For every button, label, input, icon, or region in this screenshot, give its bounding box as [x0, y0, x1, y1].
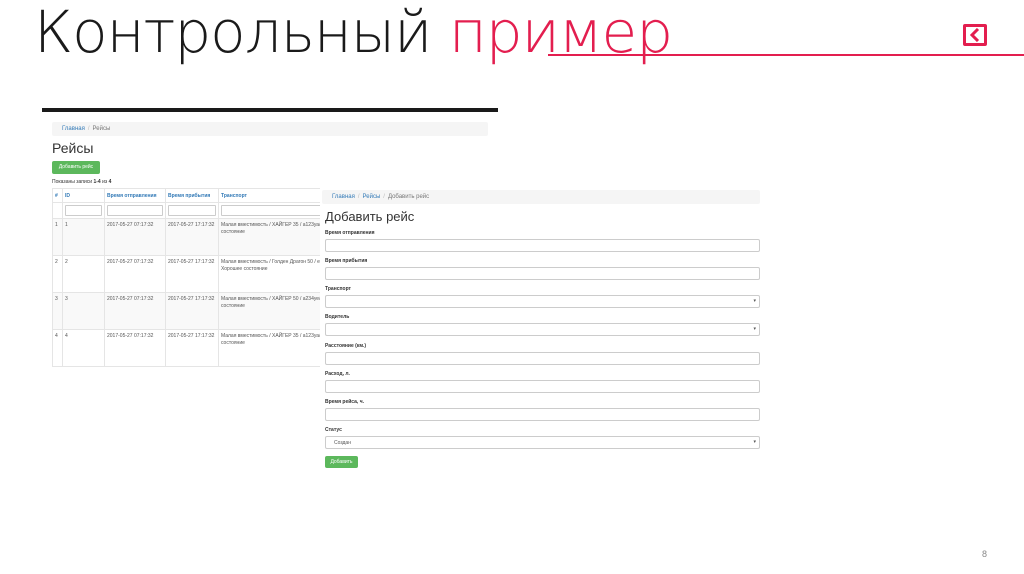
- status-select[interactable]: Создан ▾: [325, 436, 760, 449]
- table-header-row: # ID Время отправления Время прибытия Тр…: [52, 188, 363, 203]
- transport-select[interactable]: ▾: [325, 295, 760, 308]
- departure-input[interactable]: [325, 239, 760, 252]
- divider: [42, 108, 498, 112]
- back-button[interactable]: [963, 24, 987, 46]
- submit-button[interactable]: Добавить: [325, 456, 358, 468]
- status-label: Статус: [325, 427, 342, 433]
- form-title: Добавить рейс: [325, 209, 415, 224]
- fuel-input[interactable]: [325, 380, 760, 393]
- departure-label: Время отправления: [325, 230, 375, 236]
- transport-label: Транспорт: [325, 286, 352, 292]
- breadcrumb: Главная / Рейсы / Добавить рейс: [322, 190, 760, 204]
- slide-title-part1: Контрольный: [34, 0, 432, 66]
- breadcrumb-home-link[interactable]: Главная: [332, 194, 355, 200]
- column-header-departure[interactable]: Время отправления: [104, 188, 166, 203]
- breadcrumb-current: Добавить рейс: [387, 194, 430, 200]
- fuel-label: Расход, л.: [325, 371, 350, 377]
- trips-table: # ID Время отправления Время прибытия Тр…: [52, 188, 363, 367]
- breadcrumb: Главная / Рейсы: [52, 122, 488, 136]
- distance-input[interactable]: [325, 352, 760, 365]
- table-row[interactable]: 2 2 2017-05-27 07:17:32 2017-05-27 17:17…: [52, 255, 363, 293]
- table-row[interactable]: 3 3 2017-05-27 07:17:32 2017-05-27 17:17…: [52, 292, 363, 330]
- column-header-arrival[interactable]: Время прибытия: [165, 188, 219, 203]
- status-selected-value: Создан: [334, 440, 351, 446]
- filter-row: ▾: [52, 202, 363, 219]
- slide-title: Контрольный пример: [34, 0, 673, 68]
- add-trip-form-screenshot: Главная / Рейсы / Добавить рейс Добавить рей…: [320, 188, 764, 472]
- filter-arrival-input[interactable]: [168, 205, 216, 216]
- column-header-num[interactable]: #: [52, 188, 63, 203]
- driver-select[interactable]: ▾: [325, 323, 760, 336]
- breadcrumb-current: Рейсы: [92, 126, 111, 132]
- duration-label: Время рейса, ч.: [325, 399, 364, 405]
- filter-id-input[interactable]: [65, 205, 102, 216]
- filter-departure-input[interactable]: [107, 205, 163, 216]
- chevron-down-icon: ▾: [753, 298, 756, 304]
- arrival-input[interactable]: [325, 267, 760, 280]
- title-underline: [548, 54, 1024, 56]
- breadcrumb-home-link[interactable]: Главная: [62, 126, 85, 132]
- slide-title-part2: пример: [448, 0, 673, 66]
- arrival-label: Время прибытия: [325, 258, 368, 264]
- records-summary: Показаны записи 1-4 из 4: [52, 179, 112, 185]
- breadcrumb-trips-link[interactable]: Рейсы: [363, 194, 381, 200]
- column-header-id[interactable]: ID: [62, 188, 105, 203]
- chevron-down-icon: ▾: [753, 326, 756, 332]
- driver-label: Водитель: [325, 314, 350, 320]
- duration-input[interactable]: [325, 408, 760, 421]
- distance-label: Расстояние (км.): [325, 343, 367, 349]
- chevron-down-icon: ▾: [753, 439, 756, 445]
- table-row[interactable]: 1 1 2017-05-27 07:17:32 2017-05-27 17:17…: [52, 218, 363, 256]
- back-arrow-icon: [969, 28, 980, 42]
- table-row[interactable]: 4 4 2017-05-27 07:17:32 2017-05-27 17:17…: [52, 329, 363, 367]
- add-trip-button[interactable]: Добавить рейс: [52, 161, 100, 174]
- page-title: Рейсы: [52, 140, 94, 156]
- page-number: 8: [982, 549, 988, 559]
